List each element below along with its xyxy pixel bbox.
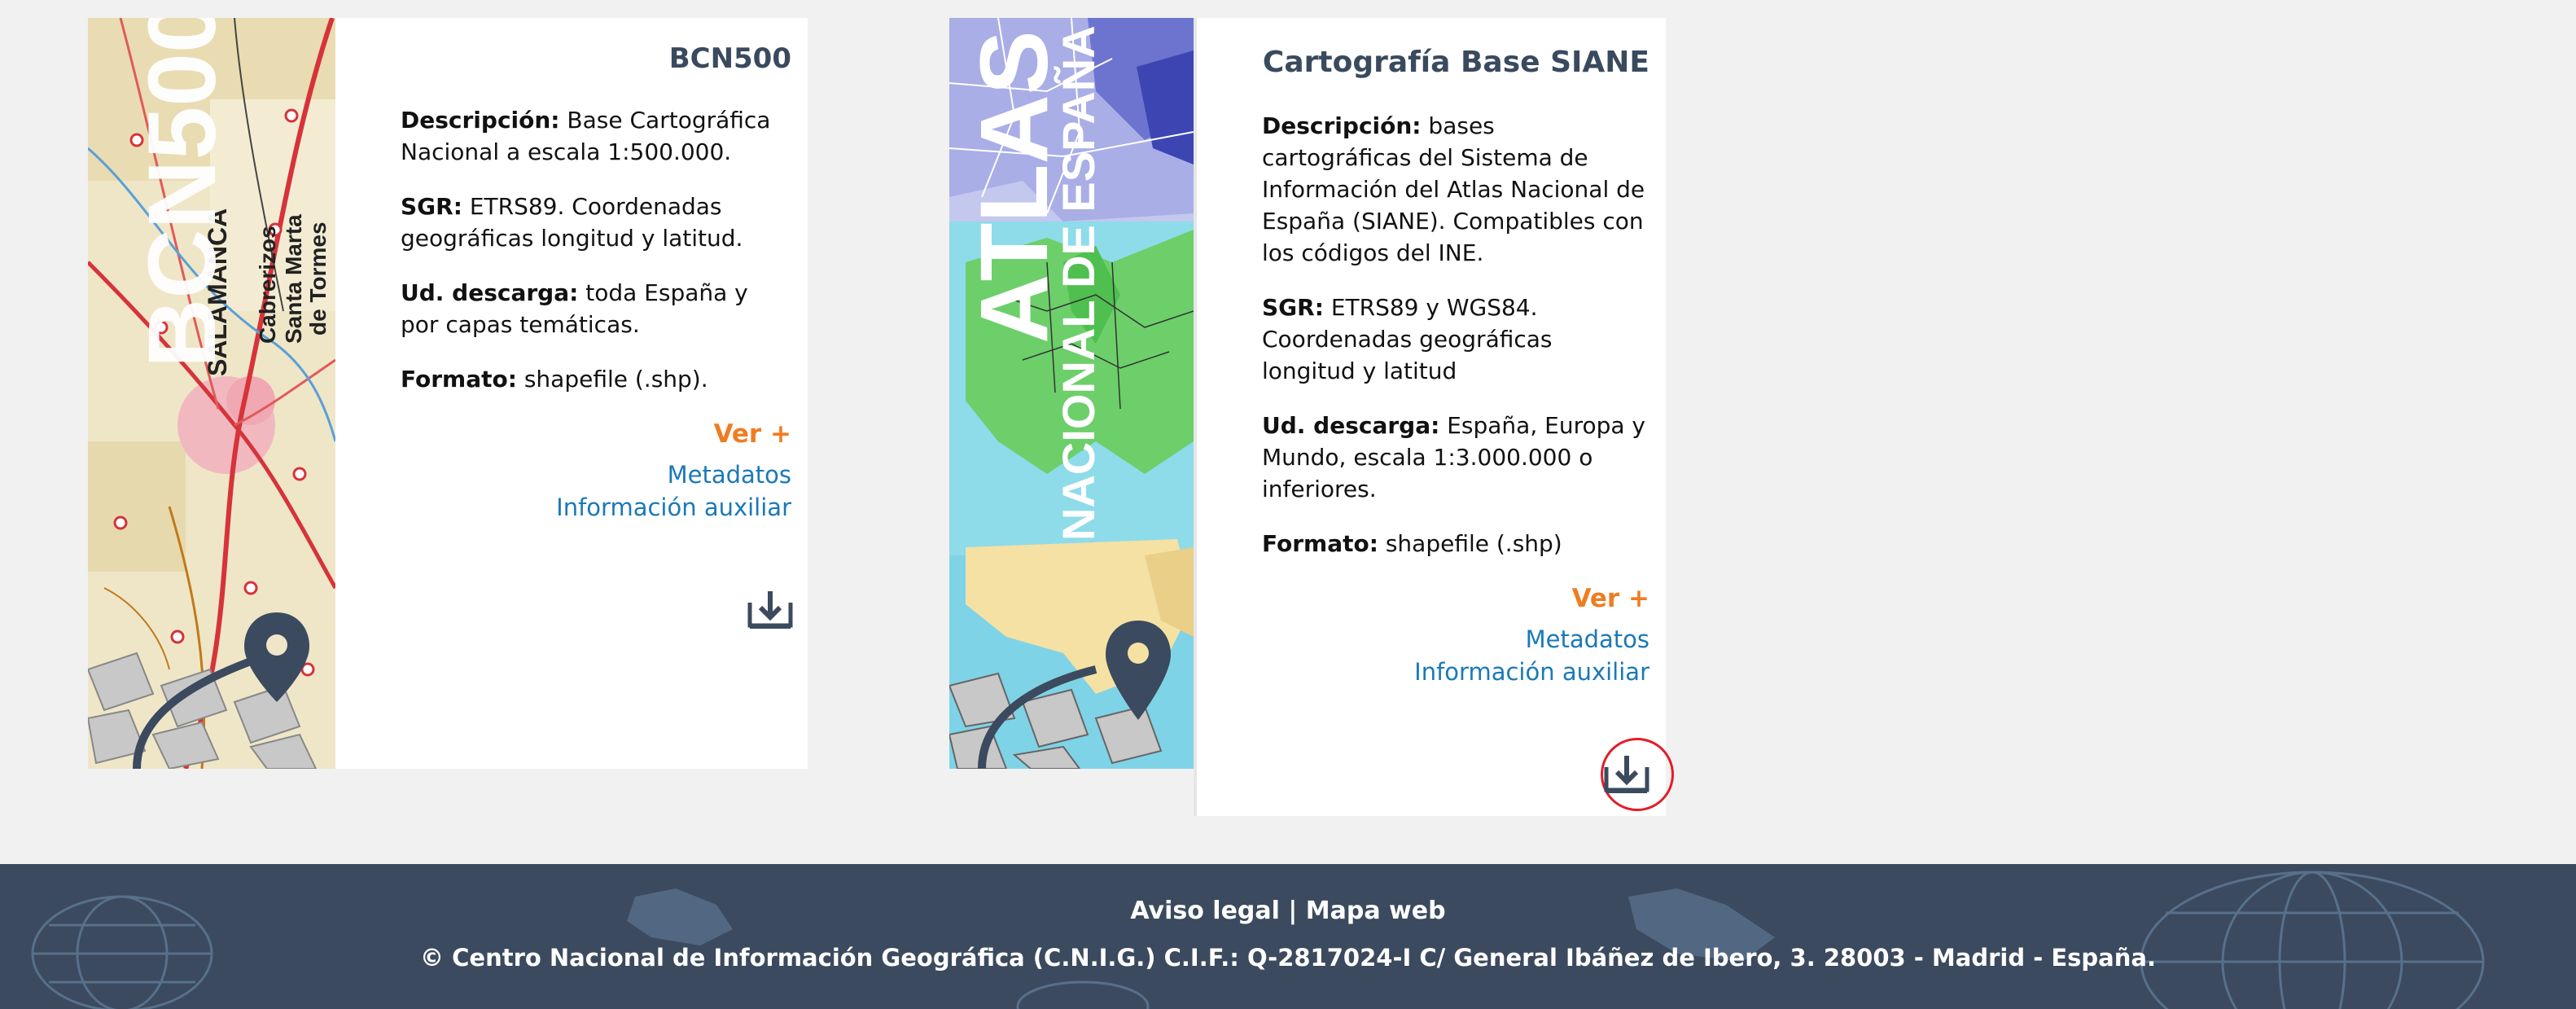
field-label: Ud. descarga: [401,279,579,306]
siane-map-image: ATLAS NACIONAL DE ESPAÑA [949,18,1194,769]
description-field: Descripción: bases cartográficas del Sis… [1262,110,1649,269]
page: SALAMANCA Cabrerizos Santa Marta de Torm… [0,0,2576,1009]
bcn500-map-image: SALAMANCA Cabrerizos Santa Marta de Torm… [88,18,335,769]
description-field: Descripción: Base Cartográfica Nacional … [401,104,791,168]
footer-copyright: © Centro Nacional de Información Geográf… [420,944,2156,972]
legal-notice-link[interactable]: Aviso legal [1130,897,1280,925]
download-icon [747,591,793,629]
footer-links: Aviso legal | Mapa web [0,897,2576,925]
aux-info-link[interactable]: Información auxiliar [1262,656,1649,688]
site-footer: Aviso legal | Mapa web © Centro Nacional… [0,864,2576,1009]
card-title: Cartografía Base SIANE [1262,46,1649,79]
thumb-title: BCN500 [129,18,236,368]
map-label: Cabrerizos [255,226,280,344]
bcn500-info-panel: BCN500 Descripción: Base Cartográfica Na… [335,18,808,769]
card-title: BCN500 [668,42,791,75]
siane-info-panel: Cartografía Base SIANE Descripción: base… [1194,18,1681,818]
bcn500-thumbnail[interactable]: SALAMANCA Cabrerizos Santa Marta de Torm… [88,18,335,769]
field-label: Descripción: [401,107,560,134]
ver-mas-link[interactable]: Ver + [401,419,791,449]
sgr-field: SGR: ETRS89 y WGS84. Coordenadas geográf… [1262,292,1649,387]
download-button[interactable] [747,588,793,630]
field-value: shapefile (.shp) [1385,530,1562,557]
format-field: Formato: shapefile (.shp). [401,363,791,395]
ver-mas-link[interactable]: Ver + [1262,584,1649,613]
metadata-link[interactable]: Metadatos [401,458,791,491]
sgr-field: SGR: ETRS89. Coordenadas geográficas lon… [401,191,791,254]
field-value: shapefile (.shp). [524,366,708,393]
download-icon [1604,756,1649,793]
map-label: Santa Marta [281,214,306,344]
aux-info-link[interactable]: Información auxiliar [401,491,791,524]
field-label: SGR: [401,193,462,220]
footer-decoration [31,871,2485,1009]
field-label: SGR: [1262,294,1324,321]
field-label: Formato: [401,366,517,393]
product-card-siane: ATLAS NACIONAL DE ESPAÑA Cartografía Bas… [949,18,1681,818]
sitemap-link[interactable]: Mapa web [1306,897,1446,925]
metadata-link[interactable]: Metadatos [1262,623,1649,656]
field-label: Descripción: [1262,112,1422,139]
download-unit-field: Ud. descarga: España, Europa y Mundo, es… [1262,410,1649,505]
field-label: Formato: [1262,530,1378,557]
field-label: Ud. descarga: [1262,412,1440,439]
siane-thumbnail[interactable]: ATLAS NACIONAL DE ESPAÑA [949,18,1194,769]
footer-separator: | [1288,897,1298,925]
map-label: de Tormes [305,222,331,336]
thumb-subtitle: NACIONAL DE ESPAÑA [1053,25,1104,541]
download-button[interactable] [1604,752,1649,795]
format-field: Formato: shapefile (.shp) [1262,528,1649,559]
product-card-bcn500: SALAMANCA Cabrerizos Santa Marta de Torm… [88,18,808,769]
download-unit-field: Ud. descarga: toda España y por capas te… [401,277,791,340]
